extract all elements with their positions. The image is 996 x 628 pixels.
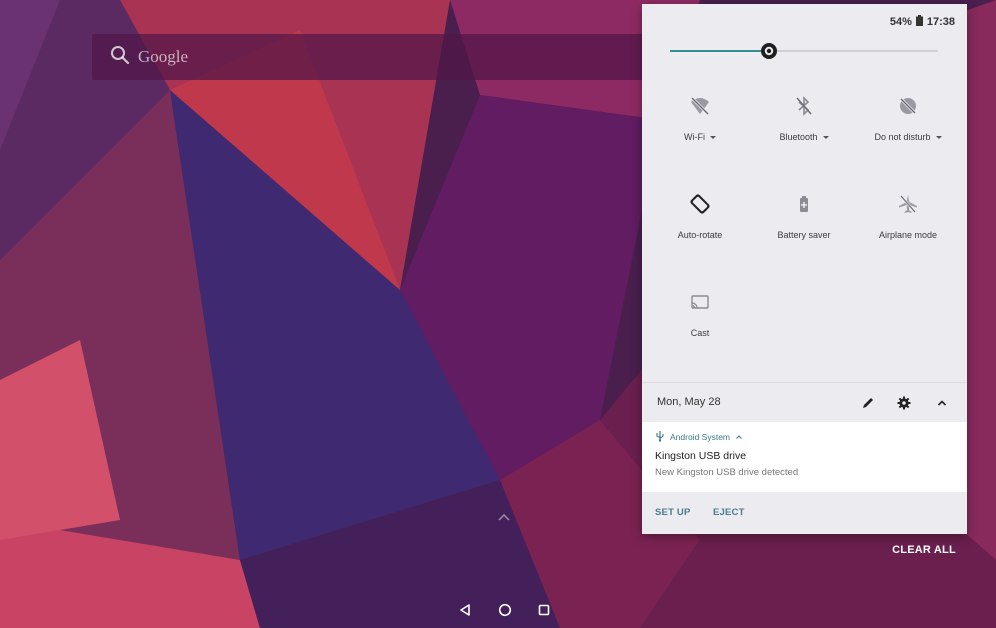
tile-do-not-disturb[interactable]: Do not disturb (854, 76, 962, 172)
usb-notification[interactable]: Android System Kingston USB drive New Ki… (642, 422, 967, 534)
search-icon (110, 45, 130, 70)
tile-bluetooth[interactable]: Bluetooth (750, 76, 858, 172)
notification-body: New Kingston USB drive detected (655, 467, 799, 478)
tile-dnd-label: Do not disturb (874, 132, 931, 142)
tile-battery-saver-label: Battery saver (777, 230, 831, 240)
bluetooth-off-icon (792, 94, 816, 118)
eject-button[interactable]: EJECT (713, 507, 745, 518)
status-bar: 54% 17:38 (890, 14, 955, 30)
expand-chevron-icon[interactable] (735, 432, 743, 442)
notification-app-name: Android System (670, 432, 730, 442)
tile-airplane-label: Airplane mode (878, 230, 938, 240)
tile-wifi-label: Wi-Fi (684, 132, 705, 142)
tile-bluetooth-label: Bluetooth (779, 132, 818, 142)
airplane-mode-icon (896, 192, 920, 216)
settings-icon[interactable] (894, 393, 914, 413)
chevron-down-icon[interactable] (710, 135, 716, 139)
search-placeholder: Google (138, 47, 189, 66)
home-icon[interactable] (493, 598, 517, 622)
notification-shade: 54% 17:38 Wi-Fi Bluetooth Do not disturb… (642, 4, 967, 534)
do-not-disturb-icon (896, 94, 920, 118)
brightness-thumb-icon[interactable] (761, 43, 777, 59)
wifi-off-icon (688, 94, 712, 118)
tile-airplane-mode[interactable]: Airplane mode (854, 174, 962, 270)
recents-icon[interactable] (532, 598, 556, 622)
tile-auto-rotate[interactable]: Auto-rotate (646, 174, 754, 270)
edit-icon[interactable] (858, 393, 878, 413)
clear-all-button[interactable]: CLEAR ALL (884, 540, 964, 560)
brightness-slider[interactable] (670, 38, 938, 64)
battery-icon (915, 15, 923, 29)
usb-icon (655, 430, 665, 444)
google-search-bar[interactable]: Google (92, 34, 644, 80)
notification-actions: SET UP EJECT (642, 492, 967, 534)
app-drawer-chevron-icon[interactable] (497, 512, 511, 522)
date-label: Mon, May 28 (657, 396, 721, 408)
tile-battery-saver[interactable]: Battery saver (750, 174, 858, 270)
quick-settings-grid: Wi-Fi Bluetooth Do not disturb Auto-rota… (642, 76, 967, 380)
notification-title: Kingston USB drive (655, 450, 747, 462)
date-row: Mon, May 28 (642, 382, 967, 422)
chevron-down-icon[interactable] (935, 135, 942, 139)
tile-auto-rotate-label: Auto-rotate (677, 230, 723, 240)
tile-cast-label: Cast (690, 328, 710, 338)
tile-wifi[interactable]: Wi-Fi (646, 76, 754, 172)
back-icon[interactable] (453, 598, 477, 622)
auto-rotate-icon (688, 192, 712, 216)
battery-saver-icon (792, 192, 816, 216)
chevron-down-icon[interactable] (822, 135, 829, 139)
clock: 17:38 (926, 16, 955, 28)
tile-cast[interactable]: Cast (646, 272, 754, 368)
cast-icon (688, 290, 712, 314)
battery-percent: 54% (889, 16, 912, 28)
setup-button[interactable]: SET UP (655, 507, 691, 518)
collapse-icon[interactable] (932, 393, 952, 413)
navigation-bar (0, 592, 996, 628)
